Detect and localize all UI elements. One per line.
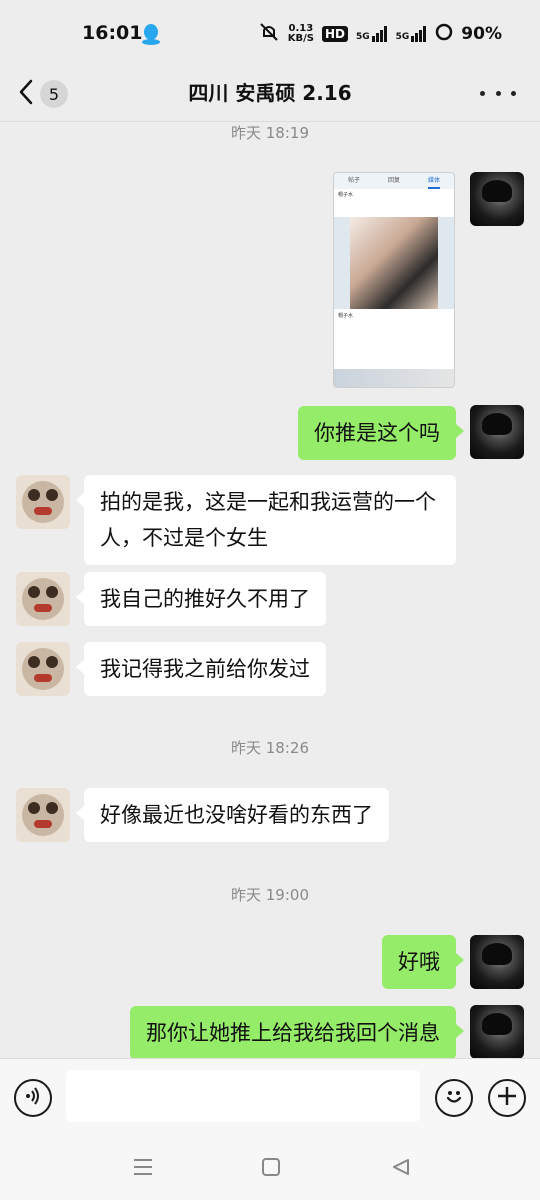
back-nav-button[interactable] (388, 1156, 414, 1182)
signal-1-label: 5G (355, 32, 370, 42)
signal-5g-1: 5G (356, 26, 388, 42)
more-icon-dot (480, 90, 485, 96)
timestamp: 昨天 19:00 (231, 886, 309, 904)
message-bubble-sent[interactable]: 好哦 (382, 935, 464, 989)
screenshot-post2: 帽子水 (334, 309, 454, 369)
image-message[interactable]: 帖子 回复 媒体 帽子水 帽子水 (333, 172, 455, 388)
message-bubble-sent[interactable]: 那你让她推上给我给我回个消息 (130, 1006, 464, 1058)
avatar[interactable] (16, 475, 70, 529)
avatar[interactable] (470, 405, 524, 459)
battery-icon (435, 23, 453, 45)
avatar[interactable] (16, 642, 70, 696)
battery-percent: 90% (461, 24, 502, 44)
timestamp: 昨天 18:26 (231, 739, 309, 757)
network-speed: 0.13 KB/S (288, 24, 314, 44)
status-bar: 16:01 0.13 KB/S HD 5G 5G 90% (0, 0, 540, 66)
more-icon-dot (495, 90, 501, 96)
message-bubble-sent[interactable]: 你推是这个吗 (298, 406, 464, 460)
input-bar (0, 1058, 540, 1138)
chat-title: 四川 安禹硕 2.16 (188, 81, 352, 105)
add-button[interactable] (488, 1079, 526, 1117)
screenshot-bottom (334, 369, 454, 387)
menu-icon (132, 1157, 154, 1181)
timestamp: 昨天 18:19 (231, 124, 309, 142)
avatar[interactable] (16, 572, 70, 626)
back-triangle-icon (391, 1157, 411, 1181)
qq-icon (140, 22, 162, 46)
avatar[interactable] (470, 172, 524, 226)
menu-button[interactable] (130, 1156, 156, 1182)
screenshot-tabs: 帖子 回复 媒体 (334, 173, 454, 189)
system-nav-bar (0, 1138, 540, 1200)
message-input[interactable] (66, 1070, 420, 1122)
screenshot-tab: 回复 (387, 177, 400, 184)
message-bubble-received[interactable]: 好像最近也没啥好看的东西了 (76, 788, 389, 842)
message-bubble-received[interactable]: 我记得我之前给你发过 (76, 642, 326, 696)
status-right: 0.13 KB/S HD 5G 5G 90% (258, 22, 502, 46)
screenshot-tab: 帖子 (347, 177, 360, 184)
message-bubble-received[interactable]: 拍的是我，这是一起和我运营的一个人，不过是个女生 (76, 475, 456, 565)
home-button[interactable] (258, 1156, 284, 1182)
mute-icon (258, 22, 280, 46)
screenshot-tab: 媒体 (427, 173, 440, 189)
screenshot-post-author: 帽子水 (338, 192, 354, 198)
signal-5g-2: 5G (396, 26, 428, 42)
screenshot-post: 帽子水 (334, 189, 454, 217)
hd-badge: HD (321, 26, 348, 42)
more-icon-dot (511, 90, 516, 96)
avatar[interactable] (16, 788, 70, 842)
emoji-icon (443, 1085, 465, 1111)
message-bubble-received[interactable]: 我自己的推好久不用了 (76, 572, 326, 626)
voice-icon (23, 1086, 43, 1110)
screenshot-photo (350, 217, 438, 309)
chat-header: 5 四川 安禹硕 2.16 (0, 66, 540, 122)
home-icon (261, 1157, 281, 1181)
voice-button[interactable] (14, 1079, 52, 1117)
more-button[interactable] (480, 78, 516, 108)
add-icon (496, 1085, 518, 1111)
screenshot-post2-author: 帽子水 (338, 313, 354, 319)
status-time: 16:01 (82, 22, 143, 44)
signal-2-label: 5G (395, 32, 410, 42)
avatar[interactable] (470, 1005, 524, 1058)
message-list[interactable]: 昨天 18:19 帖子 回复 媒体 帽子水 帽子水 你推是这个吗 拍的是我，这是… (0, 122, 540, 1058)
network-speed-unit: KB/S (287, 33, 314, 44)
emoji-button[interactable] (435, 1079, 473, 1117)
avatar[interactable] (470, 935, 524, 989)
